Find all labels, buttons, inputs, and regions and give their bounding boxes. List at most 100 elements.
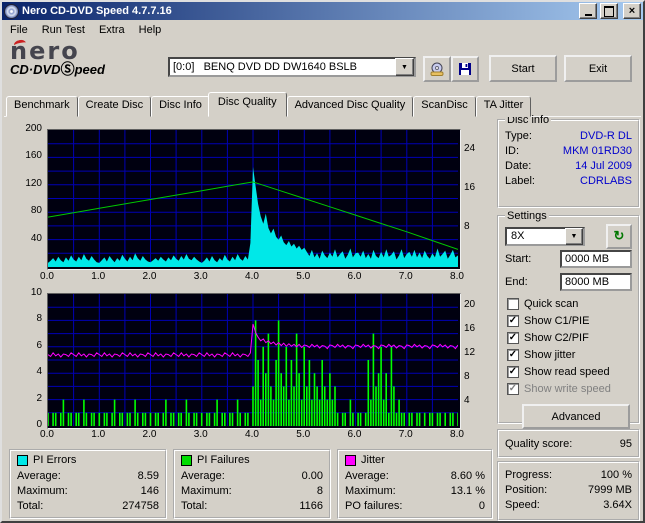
menu-item-run-test[interactable]: Run Test xyxy=(35,22,92,38)
jitter-maximum: 13.1 % xyxy=(450,484,485,497)
checkbox-box: ✓ xyxy=(507,365,519,378)
pif-chart-left-axis: 10 8 6 4 2 0 xyxy=(8,288,44,430)
tab-create-disc[interactable]: Create Disc xyxy=(77,96,152,117)
axis-tick-label: 7.0 xyxy=(398,429,413,440)
axis-tick-label: 16 xyxy=(464,181,476,193)
tab-scandisc[interactable]: ScanDisc xyxy=(413,96,476,117)
axis-tick-label: 6 xyxy=(36,339,42,351)
pif-chart-x-axis: 0.0 1.0 2.0 3.0 4.0 5.0 6.0 7.0 8.0 xyxy=(40,429,464,441)
jitter-title: Jitter xyxy=(361,454,385,466)
position-row: Position: 7999 MB xyxy=(505,483,632,496)
close-button[interactable]: × xyxy=(623,3,641,19)
menu-item-help[interactable]: Help xyxy=(132,22,169,38)
tab-disc-info[interactable]: Disc Info xyxy=(151,96,210,117)
product-logo-text: CD·DVDⓈpeed xyxy=(10,61,105,77)
axis-tick-label: 10 xyxy=(30,287,42,298)
menu-item-file[interactable]: File xyxy=(3,22,35,38)
pif-chart-right-axis: 20 16 12 8 4 xyxy=(461,293,481,427)
axis-tick-label: 5.0 xyxy=(296,429,311,440)
exit-button[interactable]: Exit xyxy=(564,55,632,82)
checkbox-show-c2-pif[interactable]: ✓ Show C2/PIF xyxy=(505,329,632,346)
axis-tick-label: 8 xyxy=(464,220,470,232)
check-icon: ✓ xyxy=(508,365,518,377)
pi-failures-group: PI Failures Average: 0.00 Maximum: 8 Total… xyxy=(173,449,331,519)
progress-value: 100 % xyxy=(600,468,632,481)
tab-advanced-disc-quality[interactable]: Advanced Disc Quality xyxy=(286,96,414,117)
axis-tick-label: 4 xyxy=(464,395,470,406)
pi-errors-maximum: 146 xyxy=(140,484,159,497)
axis-tick-label: 0.0 xyxy=(40,429,54,440)
menu-item-extra[interactable]: Extra xyxy=(92,22,132,38)
checkbox-box: ✓ xyxy=(507,314,519,327)
floppy-icon xyxy=(459,63,471,75)
pi-failures-total: 1166 xyxy=(299,499,323,512)
axis-tick-label: 6.0 xyxy=(347,271,362,282)
pi-failures-legend-swatch xyxy=(181,454,192,466)
axis-tick-label: 3.0 xyxy=(193,429,208,440)
speed-row: 8X ▼ ↻ xyxy=(505,223,632,249)
end-mb-input[interactable]: 8000 MB xyxy=(560,273,632,291)
axis-tick-label: 6.0 xyxy=(347,429,362,440)
check-icon: ✓ xyxy=(508,348,518,360)
axis-tick-label: 0.0 xyxy=(40,271,54,282)
advanced-button[interactable]: Advanced xyxy=(522,404,630,429)
save-button[interactable] xyxy=(451,56,479,82)
titlebar[interactable]: Nero CD-DVD Speed 4.7.7.16 × xyxy=(2,2,643,20)
start-button[interactable]: Start xyxy=(489,55,557,82)
pi-errors-legend-swatch xyxy=(17,454,28,466)
axis-tick-label: 8.0 xyxy=(450,271,464,282)
axis-tick-label: 4.0 xyxy=(245,429,259,440)
axis-tick-label: 2.0 xyxy=(142,271,157,282)
checkbox-show-read-speed[interactable]: ✓ Show read speed xyxy=(505,363,632,380)
speed-value: 3.64X xyxy=(603,498,632,511)
tab-disc-quality[interactable]: Disc Quality xyxy=(207,92,287,117)
speed-select[interactable]: 8X ▼ xyxy=(505,226,585,246)
tab-benchmark[interactable]: Benchmark xyxy=(6,96,78,117)
speed-select-arrow[interactable]: ▼ xyxy=(565,227,583,245)
end-row: End: 8000 MB xyxy=(505,272,632,292)
checkbox-box xyxy=(507,297,519,310)
settings-title: Settings xyxy=(507,210,547,222)
axis-tick-label: 8 xyxy=(36,313,42,325)
quality-score-row: Quality score: 95 xyxy=(505,437,632,450)
refresh-icon: ↻ xyxy=(613,228,625,243)
checkbox-show-jitter[interactable]: ✓ Show jitter xyxy=(505,346,632,363)
check-icon: ✓ xyxy=(508,314,518,326)
eject-button[interactable] xyxy=(423,56,451,82)
progress-group: Progress: 100 % Position: 7999 MB Speed: 3.… xyxy=(497,461,640,521)
disc-date-value: 14 Jul 2009 xyxy=(575,159,632,172)
axis-tick-label: 4.0 xyxy=(245,271,259,282)
axis-tick-label: 120 xyxy=(25,177,42,189)
drive-select[interactable]: [0:0] BENQ DVD DD DW1640 BSLB ▼ xyxy=(168,57,416,77)
refresh-button[interactable]: ↻ xyxy=(606,223,632,249)
tab-ta-jitter[interactable]: TA Jitter xyxy=(475,96,532,117)
drive-select-arrow[interactable]: ▼ xyxy=(395,58,414,76)
speed-s-icon: Ⓢ xyxy=(60,61,75,77)
tab-strip: Benchmark Create Disc Disc Info Disc Qua… xyxy=(6,92,532,117)
axis-tick-label: 8 xyxy=(464,371,470,382)
checkbox-show-c1-pie[interactable]: ✓ Show C1/PIE xyxy=(505,312,632,329)
axis-tick-label: 16 xyxy=(464,323,476,334)
axis-tick-label: 3.0 xyxy=(193,271,208,282)
progress-row: Progress: 100 % xyxy=(505,468,632,481)
disc-id-value: MKM 01RD30 xyxy=(562,144,632,157)
toolbar: nero CD·DVDⓈpeed [0:0] BENQ DVD DD DW164… xyxy=(2,38,643,96)
pi-errors-average: 8.59 xyxy=(137,469,159,482)
checkbox-show-write-speed[interactable]: ✓ Show write speed xyxy=(505,380,632,397)
checkbox-box: ✓ xyxy=(507,382,519,395)
axis-tick-label: 40 xyxy=(30,232,42,244)
window-title: Nero CD-DVD Speed 4.7.7.16 xyxy=(22,5,172,17)
pie-chart xyxy=(47,129,461,270)
axis-tick-label: 80 xyxy=(30,205,42,217)
maximize-icon xyxy=(604,5,614,17)
axis-tick-label: 2 xyxy=(36,392,42,404)
checkbox-quick-scan[interactable]: Quick scan xyxy=(505,295,632,312)
speed-select-value: 8X xyxy=(511,230,525,242)
minimize-button[interactable] xyxy=(579,3,597,19)
start-mb-input[interactable]: 0000 MB xyxy=(560,250,632,268)
quality-score-label: Quality score: xyxy=(505,437,573,450)
maximize-button[interactable] xyxy=(600,3,618,19)
end-label: End: xyxy=(505,276,528,288)
minimize-icon xyxy=(584,13,592,16)
quality-score-group: Quality score: 95 xyxy=(497,429,640,458)
